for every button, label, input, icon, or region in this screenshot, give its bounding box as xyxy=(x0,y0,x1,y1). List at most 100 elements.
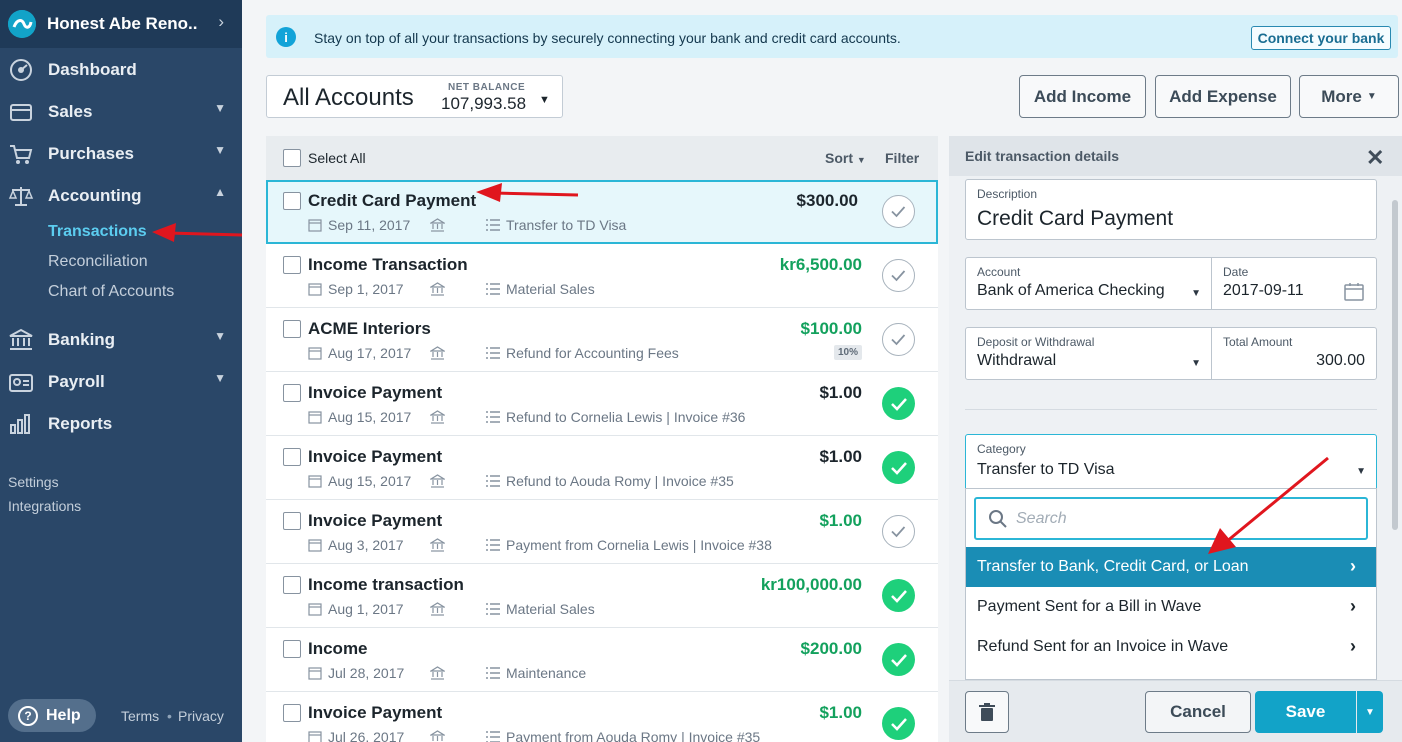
nav-sales[interactable]: Sales ▼ xyxy=(0,92,242,132)
checkmark-icon xyxy=(891,526,906,538)
row-checkbox[interactable] xyxy=(283,320,301,338)
bank-icon xyxy=(9,328,33,350)
more-button[interactable]: More ▼ xyxy=(1299,75,1399,118)
row-checkbox[interactable] xyxy=(283,192,301,210)
row-checkbox[interactable] xyxy=(283,448,301,466)
reviewed-status[interactable] xyxy=(882,643,915,676)
transaction-row[interactable]: Income Transaction Sep 1, 2017 Material Sa… xyxy=(266,244,938,308)
date-value: 2017-09-11 xyxy=(1223,282,1304,299)
row-checkbox[interactable] xyxy=(283,256,301,274)
description-field[interactable]: Description Credit Card Payment xyxy=(965,179,1377,240)
category-search-input[interactable]: Search xyxy=(974,497,1368,540)
transaction-category-text: Payment from Aouda Romy | Invoice #35 xyxy=(506,729,761,742)
row-checkbox[interactable] xyxy=(283,576,301,594)
sidebar-item-chart-of-accounts[interactable]: Chart of Accounts xyxy=(48,283,174,301)
delete-button[interactable] xyxy=(965,691,1009,733)
transaction-date-text: Aug 15, 2017 xyxy=(328,473,412,489)
transaction-category-text: Maintenance xyxy=(506,665,587,681)
account-selector[interactable]: All Accounts NET BALANCE 107,993.58 ▼ xyxy=(266,75,563,118)
nav-purchases-label: Purchases xyxy=(48,144,134,163)
transaction-date: Jul 26, 2017 xyxy=(308,729,404,742)
transaction-row[interactable]: ACME Interiors Aug 17, 2017 Refund for Acc… xyxy=(266,308,938,372)
calendar-icon xyxy=(308,539,322,552)
category-option-label: Refund Sent for an Invoice in Wave xyxy=(977,638,1229,655)
reviewed-status[interactable] xyxy=(882,579,915,612)
transaction-category-text: Refund for Accounting Fees xyxy=(506,345,679,361)
checkmark-icon xyxy=(891,270,906,282)
help-label: Help xyxy=(46,706,81,724)
checkmark-icon xyxy=(891,590,907,603)
checkmark-icon xyxy=(891,398,907,411)
reviewed-status[interactable] xyxy=(882,387,915,420)
nav-dashboard[interactable]: Dashboard xyxy=(0,50,242,90)
tax-badge: 10% xyxy=(833,345,862,360)
sidebar-item-reconciliation[interactable]: Reconciliation xyxy=(48,253,148,271)
transaction-category: Material Sales xyxy=(486,601,595,617)
bank-icon xyxy=(430,602,445,616)
privacy-link[interactable]: Privacy xyxy=(178,708,224,724)
connect-bank-button[interactable]: Connect your bank xyxy=(1251,26,1391,50)
category-option[interactable]: Refund Sent for an Invoice in Wave › xyxy=(966,627,1376,667)
deposit-withdrawal-field[interactable]: Deposit or Withdrawal Withdrawal ▼ xyxy=(965,327,1212,380)
calendar-icon[interactable] xyxy=(1344,282,1364,301)
transaction-row[interactable]: Invoice Payment Jul 26, 2017 Payment from … xyxy=(266,692,938,742)
filter-button[interactable]: Filter xyxy=(885,150,919,166)
transaction-title: Income Transaction xyxy=(308,255,468,274)
list-icon xyxy=(486,411,500,423)
settings-link[interactable]: Settings xyxy=(8,474,59,490)
nav-reports[interactable]: Reports xyxy=(0,404,242,444)
unreviewed-status[interactable] xyxy=(882,195,915,228)
transaction-row[interactable]: Credit Card Payment Sep 11, 2017 Transfer … xyxy=(266,180,938,244)
transaction-date: Aug 3, 2017 xyxy=(308,537,404,553)
reviewed-status[interactable] xyxy=(882,707,915,740)
help-button[interactable]: ? Help xyxy=(8,699,96,732)
nav-purchases[interactable]: Purchases ▼ xyxy=(0,134,242,174)
bank-icon xyxy=(430,282,445,296)
unreviewed-status[interactable] xyxy=(882,323,915,356)
transaction-row[interactable]: Invoice Payment Aug 3, 2017 Payment from C… xyxy=(266,500,938,564)
row-checkbox[interactable] xyxy=(283,512,301,530)
transaction-row[interactable]: Invoice Payment Aug 15, 2017 Refund to Aou… xyxy=(266,436,938,500)
bank-icon xyxy=(430,410,445,424)
transaction-title: Invoice Payment xyxy=(308,511,443,530)
nav-payroll[interactable]: Payroll ▼ xyxy=(0,362,242,402)
category-option[interactable]: Transfer to Bank, Credit Card, or Loan › xyxy=(966,547,1376,587)
category-option[interactable]: Payment Sent for a Bill in Wave › xyxy=(966,587,1376,627)
row-checkbox[interactable] xyxy=(283,704,301,722)
account-field[interactable]: Account Bank of America Checking ▼ xyxy=(965,257,1212,310)
add-income-button[interactable]: Add Income xyxy=(1019,75,1146,118)
business-switcher[interactable]: Honest Abe Reno... › xyxy=(0,0,242,48)
total-amount-field[interactable]: Total Amount 300.00 xyxy=(1211,327,1377,380)
select-all-checkbox[interactable] xyxy=(283,149,301,167)
unreviewed-status[interactable] xyxy=(882,259,915,292)
save-button[interactable]: Save xyxy=(1255,691,1356,733)
cart-icon xyxy=(10,145,33,164)
reviewed-status[interactable] xyxy=(882,451,915,484)
sidebar-item-transactions[interactable]: Transactions xyxy=(48,223,147,241)
terms-link[interactable]: Terms xyxy=(121,708,159,724)
transaction-amount: $1.00 xyxy=(819,511,862,530)
row-checkbox[interactable] xyxy=(283,640,301,658)
transaction-row[interactable]: Invoice Payment Aug 15, 2017 Refund to Cor… xyxy=(266,372,938,436)
nav-banking[interactable]: Banking ▼ xyxy=(0,320,242,360)
row-checkbox[interactable] xyxy=(283,384,301,402)
integrations-link[interactable]: Integrations xyxy=(8,498,81,514)
transaction-row[interactable]: Income Jul 28, 2017 Maintenance $200.00 xyxy=(266,628,938,692)
list-icon xyxy=(486,347,500,359)
cancel-button[interactable]: Cancel xyxy=(1145,691,1251,733)
unreviewed-status[interactable] xyxy=(882,515,915,548)
transaction-date-text: Sep 11, 2017 xyxy=(328,217,411,233)
panel-scrollbar[interactable] xyxy=(1392,200,1398,530)
category-field[interactable]: Category Transfer to TD Visa ▼ xyxy=(965,434,1377,489)
add-expense-button[interactable]: Add Expense xyxy=(1155,75,1291,118)
close-icon[interactable]: ✕ xyxy=(1366,145,1384,171)
list-icon xyxy=(486,539,500,551)
nav-accounting[interactable]: Accounting ▲ xyxy=(0,176,242,216)
transaction-category: Refund for Accounting Fees xyxy=(486,345,679,361)
save-options-button[interactable]: ▼ xyxy=(1357,691,1383,733)
transaction-amount: $1.00 xyxy=(819,447,862,466)
date-field[interactable]: Date 2017-09-11 xyxy=(1211,257,1377,310)
transaction-row[interactable]: Income transaction Aug 1, 2017 Material Sa… xyxy=(266,564,938,628)
checkmark-icon xyxy=(891,334,906,346)
sort-button[interactable]: Sort ▼ xyxy=(825,150,866,166)
